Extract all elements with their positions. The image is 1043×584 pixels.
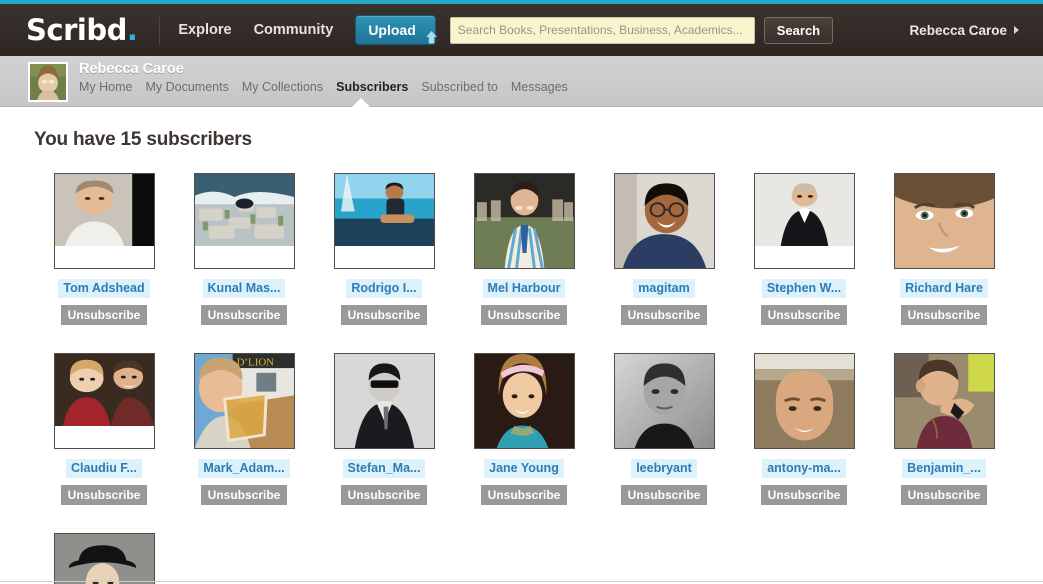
subscriber-card: Jane Young Unsubscribe [454, 353, 594, 505]
subscriber-photo[interactable] [53, 353, 155, 449]
user-menu[interactable]: Rebecca Caroe [909, 23, 1029, 38]
subscriber-name-link[interactable]: Tom Adshead [58, 279, 150, 298]
subscriber-photo[interactable] [333, 173, 435, 269]
unsubscribe-button[interactable]: Unsubscribe [480, 485, 568, 505]
subscriber-card: Rodrigo I... Unsubscribe [314, 173, 454, 325]
subscriber-card: Claudiu F... Unsubscribe [34, 353, 174, 505]
subscriber-name-link[interactable]: Kunal Mas... [202, 279, 286, 298]
subscriber-name-link[interactable]: Jane Young [484, 459, 564, 478]
unsubscribe-button[interactable]: Unsubscribe [760, 485, 848, 505]
unsubscribe-button[interactable]: Unsubscribe [340, 485, 428, 505]
subscriber-photo[interactable] [473, 353, 575, 449]
subscriber-card: antony-ma... Unsubscribe [734, 353, 874, 505]
search-input[interactable] [449, 16, 755, 44]
subscriber-photo[interactable] [893, 173, 995, 269]
subscriber-name-link[interactable]: Mark_Adam... [198, 459, 290, 478]
logo-text: Scribd [26, 12, 127, 47]
subscriber-photo[interactable] [333, 353, 435, 449]
subscriber-photo[interactable] [53, 533, 155, 584]
subscriber-name-link[interactable]: Mel Harbour [482, 279, 566, 298]
subscriber-card: Kunal Mas... Unsubscribe [174, 173, 314, 325]
tab-subscribed-to[interactable]: Subscribed to [421, 80, 497, 94]
profile-tabs: My Home My Documents My Collections Subs… [79, 80, 568, 94]
subscriber-name-link[interactable]: antony-ma... [762, 459, 846, 478]
subscriber-photo[interactable]: D’LION [193, 353, 295, 449]
subscriber-photo[interactable] [193, 173, 295, 269]
subscriber-card: magitam Unsubscribe [594, 173, 734, 325]
subscriber-card: D’LION Mark_Adam... Unsubscribe [174, 353, 314, 505]
content-divider [0, 581, 1043, 582]
tab-subscribers[interactable]: Subscribers [336, 80, 408, 94]
tab-messages[interactable]: Messages [511, 80, 568, 94]
nav-community[interactable]: Community [254, 22, 334, 38]
unsubscribe-button[interactable]: Unsubscribe [60, 305, 148, 325]
subscriber-card: Stefan_Ma... Unsubscribe [314, 353, 454, 505]
unsubscribe-button[interactable]: Unsubscribe [900, 305, 988, 325]
subscriber-photo[interactable] [613, 173, 715, 269]
header-divider [159, 15, 161, 45]
profile-info: Rebecca Caroe My Home My Documents My Co… [79, 61, 568, 94]
subscriber-card: Tom Adshead Unsubscribe [34, 173, 174, 325]
tab-my-documents[interactable]: My Documents [145, 80, 228, 94]
subscriber-photo[interactable] [613, 353, 715, 449]
subscriber-photo[interactable] [753, 353, 855, 449]
subscriber-name-link[interactable]: Benjamin_... [902, 459, 986, 478]
subscriber-name-link[interactable]: Rodrigo I... [346, 279, 422, 298]
subscriber-card: Benjamin_... Unsubscribe [874, 353, 1014, 505]
unsubscribe-button[interactable]: Unsubscribe [340, 305, 428, 325]
subscriber-name-link[interactable]: Stephen W... [761, 279, 847, 298]
search-button[interactable]: Search [763, 16, 834, 44]
unsubscribe-button[interactable]: Unsubscribe [900, 485, 988, 505]
caret-right-icon [1014, 26, 1019, 34]
subscriber-name-link[interactable]: Claudiu F... [66, 459, 142, 478]
unsubscribe-button[interactable]: Unsubscribe [620, 305, 708, 325]
upload-button[interactable]: Upload [355, 15, 437, 45]
subscriber-name-link[interactable]: Stefan_Ma... [342, 459, 426, 478]
avatar[interactable] [28, 62, 68, 102]
subscriber-card: Stephen W... Unsubscribe [734, 173, 874, 325]
subscriber-name-link[interactable]: magitam [633, 279, 695, 298]
subscriber-card [34, 533, 174, 584]
site-header: Scribd. Explore Community Upload Search … [0, 4, 1043, 56]
unsubscribe-button[interactable]: Unsubscribe [200, 485, 288, 505]
active-tab-pointer [352, 98, 370, 107]
svg-text:D’LION: D’LION [236, 357, 274, 368]
subscriber-card: Mel Harbour Unsubscribe [454, 173, 594, 325]
logo-dot: . [126, 12, 138, 47]
tab-my-home[interactable]: My Home [79, 80, 132, 94]
subscriber-photo[interactable] [473, 173, 575, 269]
subscriber-name-link[interactable]: Richard Hare [900, 279, 988, 298]
subscriber-card: Richard Hare Unsubscribe [874, 173, 1014, 325]
profile-username: Rebecca Caroe [79, 61, 184, 77]
nav-explore[interactable]: Explore [178, 22, 231, 38]
unsubscribe-button[interactable]: Unsubscribe [620, 485, 708, 505]
profile-subnav: Rebecca Caroe My Home My Documents My Co… [0, 56, 1043, 107]
scribd-logo[interactable]: Scribd. [26, 12, 143, 47]
subscribers-grid: Tom Adshead Unsubscribe Kunal Mas... Unsubs… [34, 173, 1034, 584]
unsubscribe-button[interactable]: Unsubscribe [60, 485, 148, 505]
tab-my-collections[interactable]: My Collections [242, 80, 323, 94]
subscriber-name-link[interactable]: leebryant [631, 459, 697, 478]
unsubscribe-button[interactable]: Unsubscribe [200, 305, 288, 325]
main-content: You have 15 subscribers Tom Adshead Unsub… [0, 107, 1043, 584]
upload-button-label: Upload [368, 22, 416, 38]
unsubscribe-button[interactable]: Unsubscribe [480, 305, 568, 325]
subscriber-photo[interactable] [893, 353, 995, 449]
subscriber-photo[interactable] [53, 173, 155, 269]
unsubscribe-button[interactable]: Unsubscribe [760, 305, 848, 325]
search-area: Search [449, 16, 834, 44]
subscriber-photo[interactable] [753, 173, 855, 269]
user-menu-label: Rebecca Caroe [909, 22, 1007, 38]
subscriber-card: leebryant Unsubscribe [594, 353, 734, 505]
page-title: You have 15 subscribers [34, 129, 252, 150]
